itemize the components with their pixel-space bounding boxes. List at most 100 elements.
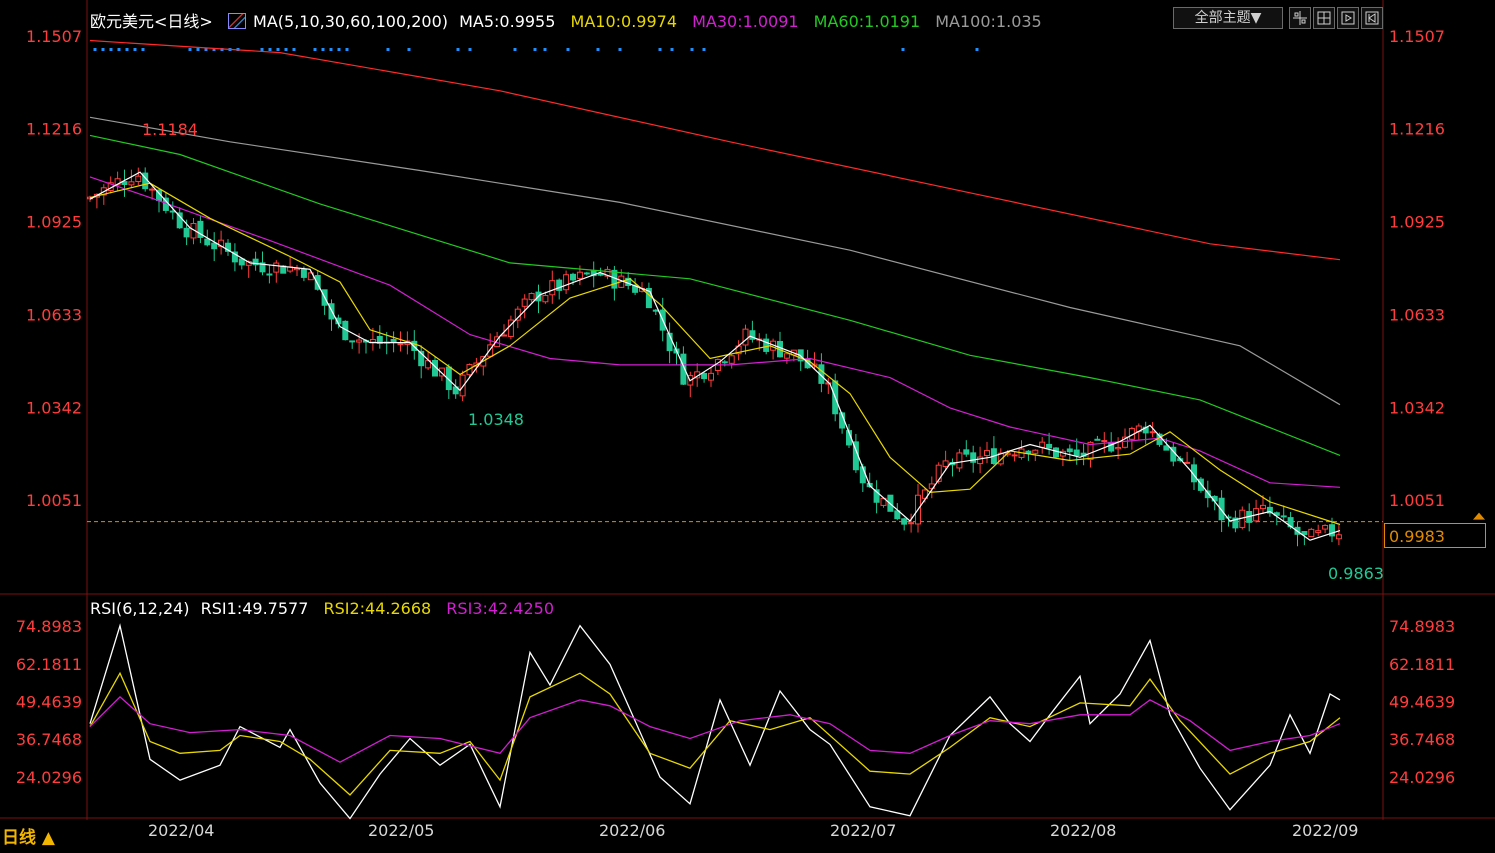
signal-dot <box>596 48 600 51</box>
ma-params-label: MA(5,10,30,60,100,200) <box>253 12 449 31</box>
candle-body <box>356 339 363 343</box>
candle-body <box>563 274 570 291</box>
candle-body <box>942 460 949 467</box>
export-icon[interactable] <box>1337 7 1359 29</box>
signal-dot <box>670 48 674 51</box>
candle-body <box>128 181 135 186</box>
time-axis-label: 2022/07 <box>830 821 896 840</box>
signal-dot <box>407 48 411 51</box>
signal-dot <box>533 48 537 51</box>
candle-body <box>1149 431 1156 434</box>
candle-body <box>1115 447 1122 450</box>
signal-dot <box>117 48 121 51</box>
rsi1-value: RSI1:49.7577 <box>200 599 309 618</box>
candle-body <box>1073 449 1080 457</box>
candle-body <box>652 309 659 312</box>
signal-dot <box>337 48 341 51</box>
rsi-tick-left: 24.0296 <box>16 768 82 787</box>
signal-dot <box>284 48 288 51</box>
high-annotation: 1.1184 <box>142 120 198 139</box>
time-axis-label: 2022/05 <box>368 821 434 840</box>
candle-body <box>763 338 770 352</box>
theme-select-button[interactable]: 全部主题▼ <box>1173 7 1283 29</box>
rsi2-value: RSI2:44.2668 <box>323 599 432 618</box>
rsi-tick-right: 62.1811 <box>1389 655 1455 674</box>
chart-stage[interactable]: 1.1507 1.1507 1.1216 1.1216 1.0925 1.0925 1.06… <box>0 0 1495 853</box>
ma-line-ma5 <box>89 171 1341 541</box>
chart-canvas[interactable]: 1.1507 1.1507 1.1216 1.1216 1.0925 1.0925 1.06… <box>0 0 1495 853</box>
low-annotation-may: 1.0348 <box>468 410 524 429</box>
signal-dot <box>702 48 706 51</box>
signal-dot <box>109 48 113 51</box>
time-axis-label: 2022/09 <box>1292 821 1358 840</box>
candle-body <box>1101 440 1108 443</box>
candle-body <box>549 280 556 296</box>
rsi-tick-right: 24.0296 <box>1389 768 1455 787</box>
candle-body <box>956 452 963 469</box>
candle-body <box>708 372 714 381</box>
candle-body <box>1308 528 1315 538</box>
fullscreen-icon[interactable] <box>1361 7 1383 29</box>
ma-line-ma30 <box>89 176 1341 488</box>
candle-body <box>369 338 376 343</box>
rsi-tick-left: 74.8983 <box>16 617 82 636</box>
ma10-value: MA10:0.9974 <box>570 12 677 31</box>
header-bar: 欧元美元<日线> MA(5,10,30,60,100,200) MA5:0.99… <box>90 8 1042 32</box>
signal-dot <box>101 48 105 51</box>
signal-dot <box>93 48 97 51</box>
rsi3-value: RSI3:42.4250 <box>446 599 555 618</box>
candle-body <box>1011 454 1018 457</box>
rsi-line-rsi1 <box>89 623 1341 820</box>
candle-body <box>1032 449 1039 454</box>
price-tick-left: 1.1216 <box>26 120 82 139</box>
candle-body <box>1094 438 1101 441</box>
candle-body <box>1260 504 1266 510</box>
candle-body <box>521 298 528 307</box>
price-tick-right: 1.0342 <box>1389 398 1445 417</box>
candle-body <box>1184 461 1191 464</box>
candle-body <box>1315 530 1322 533</box>
grid-icon[interactable] <box>1289 7 1311 29</box>
ma-line-ma10 <box>89 182 1341 526</box>
candle-body <box>542 295 549 303</box>
time-axis-label: 2022/04 <box>148 821 214 840</box>
signal-dot <box>196 48 200 51</box>
ma-line-ma200 <box>89 39 1341 261</box>
candle-body <box>390 338 397 343</box>
signal-dot <box>543 48 547 51</box>
ma-chart-icon <box>227 13 246 29</box>
candle-body <box>183 227 190 238</box>
signal-dot <box>321 48 325 51</box>
candle-body <box>135 175 142 182</box>
candle-body <box>583 272 590 275</box>
period-toggle[interactable]: 日线 ▲ <box>2 823 55 848</box>
candle-body <box>149 188 156 191</box>
price-tick-right: 1.1216 <box>1389 120 1445 139</box>
signal-dot <box>292 48 296 51</box>
candle-body <box>984 450 990 456</box>
signal-dot <box>141 48 145 51</box>
signal-dot <box>468 48 472 51</box>
rsi-tick-left: 62.1811 <box>16 655 82 674</box>
price-tick-right: 1.0633 <box>1389 306 1445 325</box>
signal-dot <box>618 48 622 51</box>
ma30-value: MA30:1.0091 <box>692 12 799 31</box>
signal-dot <box>690 48 694 51</box>
rsi-tick-left: 36.7468 <box>16 730 82 749</box>
candle-body <box>1046 443 1053 449</box>
candle-body <box>1335 534 1342 540</box>
candle-body <box>501 334 507 337</box>
signal-dot <box>901 48 905 51</box>
rsi-line-rsi3 <box>89 696 1341 763</box>
rsi-params-label: RSI(6,12,24) <box>90 599 190 618</box>
signal-dot <box>975 48 979 51</box>
split-icon[interactable] <box>1313 7 1335 29</box>
ma100-value: MA100:1.035 <box>935 12 1042 31</box>
candle-body <box>273 262 280 273</box>
candle-body <box>1301 531 1308 536</box>
rsi-tick-left: 49.4639 <box>16 693 82 712</box>
candle-body <box>783 353 790 359</box>
signal-dot <box>345 48 349 51</box>
ma-line-ma60 <box>89 134 1341 456</box>
candle-body <box>528 293 535 301</box>
